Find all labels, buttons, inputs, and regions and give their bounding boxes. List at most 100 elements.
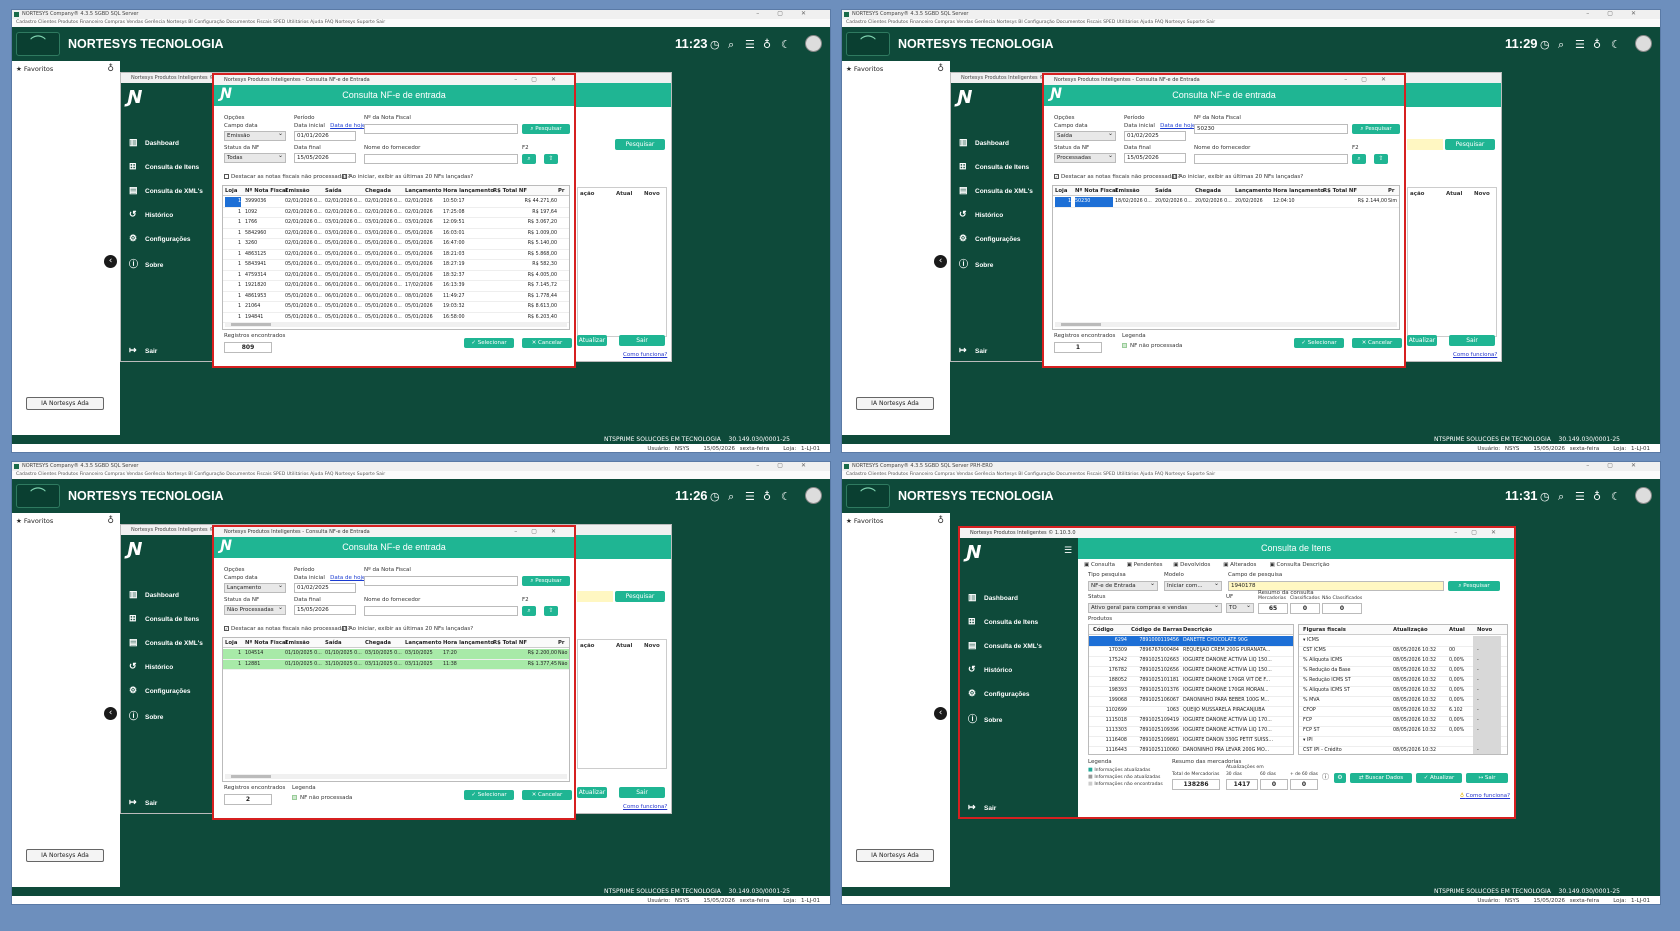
ia-button[interactable]: IA Nortesys Ada [26, 849, 104, 862]
table-row[interactable]: CST ICMS 08/05/2026 10:32 00 - [1299, 646, 1507, 657]
como-funciona-link[interactable]: Como funciona? [623, 352, 667, 358]
status-nf-select[interactable]: Todas [224, 152, 286, 163]
table-row[interactable]: 1102699 1063 QUEIJO MUSSARELA PIRACANJUBA [1089, 706, 1293, 717]
atualizar-button[interactable]: ✓ Atualizar [1416, 773, 1462, 783]
nav-sair[interactable]: ↦ Sair [129, 797, 157, 808]
column-header[interactable]: Pr [558, 186, 565, 196]
modelo-select[interactable]: Iniciar com... [1164, 580, 1222, 591]
bg-sair-button[interactable]: Sair [619, 335, 665, 346]
campo-data-select[interactable]: Emissão [224, 130, 286, 141]
nav-sobre[interactable]: ⓘ Sobre [968, 712, 1002, 725]
list-icon[interactable]: ☰ [745, 490, 755, 503]
upload-icon[interactable]: ⇧ [544, 606, 558, 616]
data-final-input[interactable]: 15/05/2026 [294, 605, 356, 615]
nf-table[interactable]: Loja Nº Nota Fiscal Emissão Saída Chegada Lan… [1052, 185, 1400, 330]
nav-consulta-itens[interactable]: ⊞ Consulta de Itens [968, 616, 1038, 627]
column-header[interactable]: Lançamento [405, 638, 442, 648]
nota-input[interactable] [364, 124, 518, 134]
table-row[interactable]: 1 5843941 05/01/2026 0... 05/01/2026 0... 05… [223, 260, 569, 271]
table-row[interactable]: 1113303 7891025109396 IOGURTE DANONE ACTIV… [1089, 726, 1293, 737]
h-scrollbar[interactable] [225, 774, 567, 779]
column-header[interactable]: Nº Nota Fiscal [1075, 186, 1117, 196]
table-row[interactable]: CFOP 08/05/2026 10:32 6.102 - [1299, 706, 1507, 717]
nav-sobre[interactable]: ⓘ Sobre [129, 709, 163, 722]
column-header[interactable]: Atual [1449, 625, 1465, 635]
column-header[interactable]: Nº Nota Fiscal [245, 638, 287, 648]
moon-icon[interactable]: ☾ [1611, 38, 1621, 51]
status-nf-select[interactable]: Não Processadas [224, 604, 286, 615]
bg-sair-button[interactable]: Sair [1449, 335, 1495, 346]
data-hoje-link[interactable]: Data de hoje [330, 123, 365, 129]
table-row[interactable]: ▾ ICMS [1299, 636, 1507, 647]
produtos-table[interactable]: Código Código de Barras Descrição 6294 7891… [1088, 624, 1294, 755]
moon-icon[interactable]: ☾ [781, 490, 791, 503]
table-row[interactable]: 1 104514 01/10/2025 0... 01/10/2025 0... 03/… [223, 649, 569, 660]
destacar-checkbox[interactable]: Destacar as notas fiscais não processada… [224, 174, 350, 180]
column-header[interactable]: Nº Nota Fiscal [245, 186, 287, 196]
fornecedor-input[interactable] [1194, 154, 1348, 164]
uf-select[interactable]: TO [1226, 602, 1254, 613]
fiscal-table[interactable]: Figuras fiscais Atualização Atual Novo ▾ IC… [1298, 624, 1508, 755]
column-header[interactable]: Hora lançamento [1273, 186, 1324, 196]
column-header[interactable]: Emissão [285, 638, 309, 648]
table-row[interactable]: 1 1092 02/01/2026 0... 02/01/2026 0... 02/01… [223, 208, 569, 218]
nav-historico[interactable]: ↺ Histórico [968, 664, 1012, 675]
nav-dashboard[interactable]: ▥ Dashboard [968, 592, 1018, 603]
table-row[interactable]: 1 1921820 02/01/2026 0... 06/01/2026 0... 06… [223, 281, 569, 292]
table-row[interactable]: % Alíquota ICMS ST 08/05/2026 10:32 0,00% - [1299, 686, 1507, 697]
bulb-icon[interactable]: ♁ [763, 490, 771, 503]
nav-consulta-xml[interactable]: ▤ Consulta de XML's [129, 637, 203, 648]
menu-bar[interactable]: Cadastro Clientes Produtos Financeiro Co… [12, 19, 830, 27]
search-fornecedor-icon[interactable]: ⌕ [522, 606, 536, 616]
nf-table[interactable]: Loja Nº Nota Fiscal Emissão Saída Chegada Lan… [222, 185, 570, 330]
ia-button[interactable]: IA Nortesys Ada [26, 397, 104, 410]
tab-4[interactable]: ▣ Consulta Descrição [1270, 562, 1330, 568]
h-scrollbar[interactable] [225, 322, 567, 327]
table-row[interactable]: 170309 7896767900484 REQUEIJAO CREM 200G P… [1089, 646, 1293, 657]
nav-historico[interactable]: ↺ Histórico [129, 209, 173, 220]
lightbulb-icon[interactable]: ♁ [107, 64, 114, 74]
buscar-dados-button[interactable]: ⇄ Buscar Dados [1350, 773, 1412, 783]
search-icon[interactable]: ⌕ [728, 38, 734, 52]
table-row[interactable]: 1 4861953 05/01/2026 0... 06/01/2026 0... 06… [223, 292, 569, 302]
status-select[interactable]: Ativo geral para compras e vendas [1088, 602, 1222, 613]
bulb-icon[interactable]: ♁ [763, 38, 771, 51]
menu-bar[interactable]: Cadastro Clientes Produtos Financeiro Co… [12, 471, 830, 479]
como-funciona-link[interactable]: Como funciona? [1453, 352, 1497, 358]
lightbulb-icon[interactable]: ♁ [937, 516, 944, 526]
column-header[interactable]: Loja [1055, 186, 1067, 196]
column-header[interactable]: Código [1093, 625, 1114, 635]
nav-dashboard[interactable]: ▥ Dashboard [129, 137, 179, 148]
column-header[interactable]: Emissão [285, 186, 309, 196]
lightbulb-icon[interactable]: ♁ [937, 64, 944, 74]
nav-sobre[interactable]: ⓘ Sobre [959, 257, 993, 270]
cancelar-button[interactable]: ✕ Cancelar [522, 790, 572, 800]
table-row[interactable]: 188052 7891025101181 IOGURTE DANONE 170GR … [1089, 676, 1293, 687]
bulb-icon[interactable]: ♁ [1593, 38, 1601, 51]
column-header[interactable]: Atualização [1393, 625, 1428, 635]
data-final-input[interactable]: 15/05/2026 [294, 153, 356, 163]
table-row[interactable]: 6294 7891000119456 DANETTE CHOCOLATE 90G [1089, 636, 1293, 647]
nf-table[interactable]: Loja Nº Nota Fiscal Emissão Saída Chegada Lan… [222, 637, 570, 782]
pesquisar-button[interactable]: ⌕ Pesquisar [1448, 581, 1500, 591]
destacar-checkbox[interactable]: ✓ Destacar as notas fiscais não processad… [224, 626, 350, 632]
window-controls[interactable]: –▢✕ [1586, 10, 1654, 17]
h-scrollbar[interactable] [1055, 322, 1397, 327]
moon-icon[interactable]: ☾ [781, 38, 791, 51]
nav-configuracoes[interactable]: ⚙ Configurações [129, 685, 191, 696]
info-icon[interactable]: ⓘ [1322, 772, 1329, 782]
collapse-arrow-icon[interactable]: ‹ [934, 255, 947, 268]
table-row[interactable]: 198393 7891025101376 IOGURTE DANONE 170GR … [1089, 686, 1293, 697]
clock-icon[interactable]: ◷ [1540, 38, 1550, 51]
table-row[interactable]: % Redução da Base 08/05/2026 10:32 0,00% - [1299, 666, 1507, 677]
nav-consulta-itens[interactable]: ⊞ Consulta de Itens [959, 161, 1029, 172]
ultimas-checkbox[interactable]: Ao iniciar, exibir as últimas 20 NFs lan… [342, 626, 473, 632]
search-icon[interactable]: ⌕ [1558, 490, 1564, 504]
avatar[interactable] [805, 487, 822, 504]
window-controls[interactable]: –▢✕ [756, 10, 824, 17]
column-header[interactable]: Chegada [365, 186, 391, 196]
search-icon[interactable]: ⌕ [1558, 38, 1564, 52]
cancelar-button[interactable]: ✕ Cancelar [1352, 338, 1402, 348]
tab-3[interactable]: ▣ Alterados [1223, 562, 1256, 568]
column-header[interactable]: Emissão [1115, 186, 1139, 196]
